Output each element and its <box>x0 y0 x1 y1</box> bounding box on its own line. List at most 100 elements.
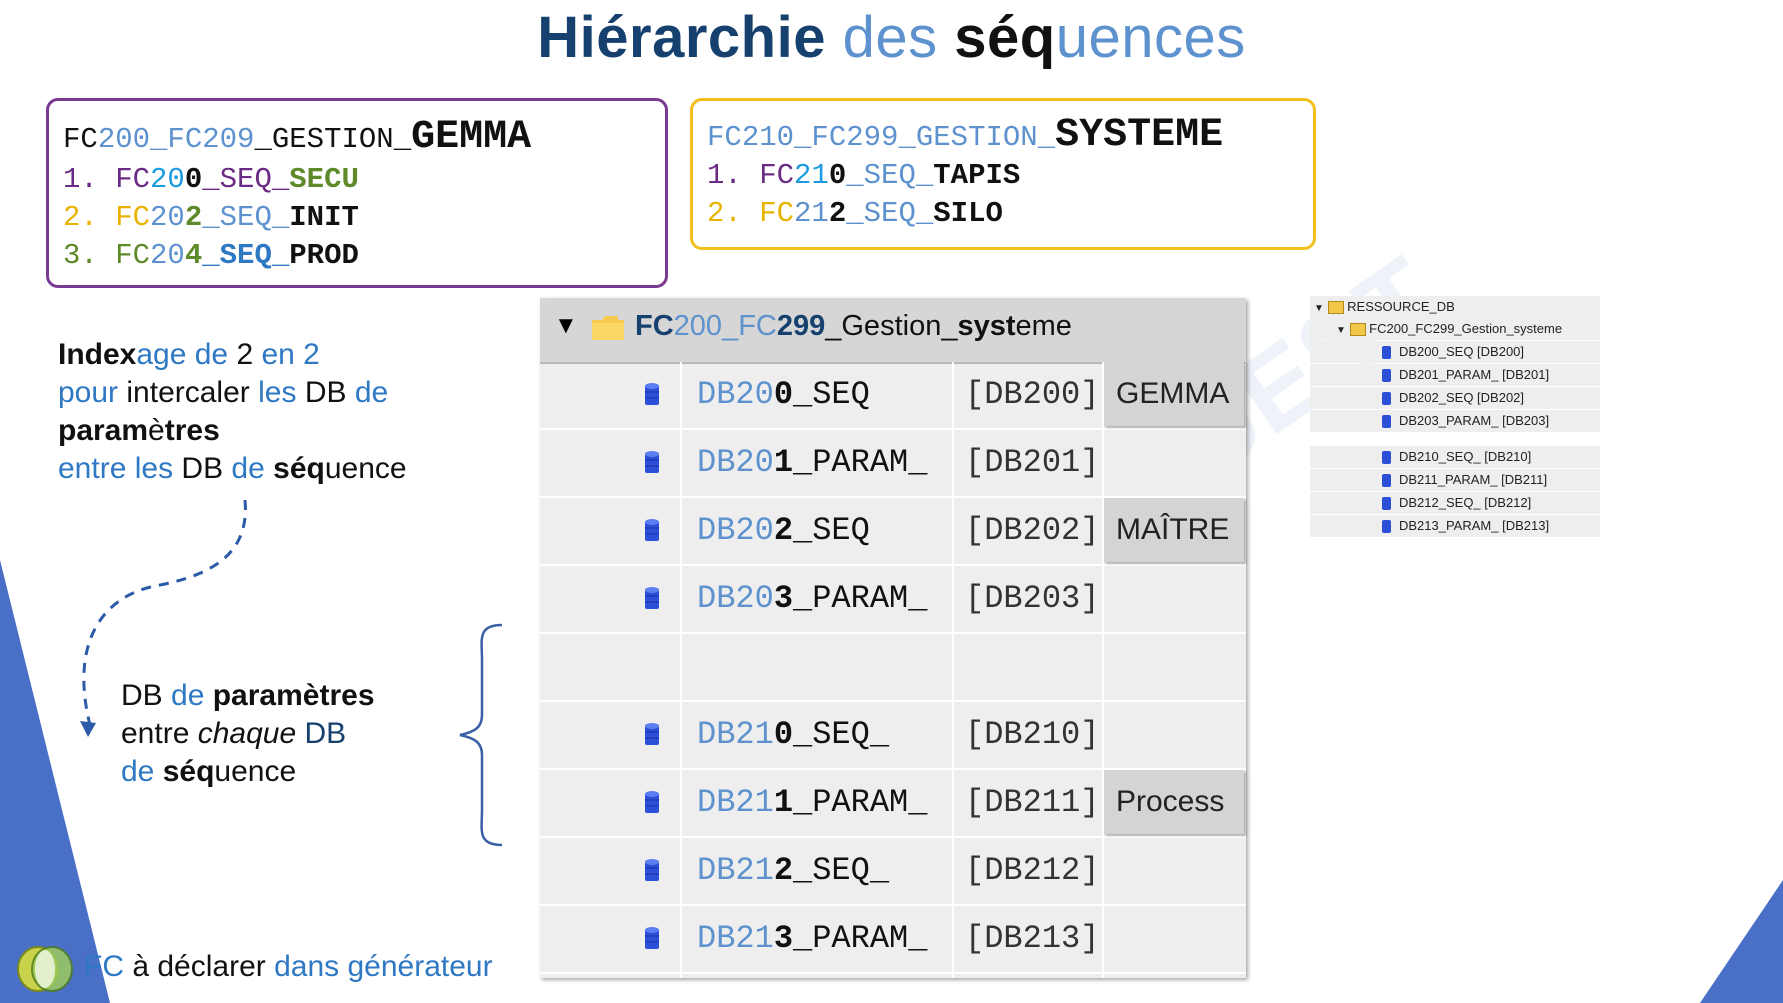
expand-triangle-icon[interactable]: ▼ <box>1336 325 1346 336</box>
table-row[interactable]: DB211_PARAM_ [DB211] Process <box>540 770 1246 838</box>
tree-item-db[interactable]: DB211_PARAM_ [DB211] <box>1310 469 1600 491</box>
database-icon <box>645 927 659 949</box>
t: eme <box>1015 310 1072 342</box>
systeme-item-2: 2. FC212_SEQ_SILO <box>707 197 1003 230</box>
heading-name: GEMMA <box>411 115 532 160</box>
gemma-box: FC200_FC209_GESTION_GEMMA 1. FC200_SEQ_S… <box>46 98 668 288</box>
t: entre les <box>58 452 182 485</box>
db-name-part: DB <box>697 580 736 617</box>
heading-gestion: _GESTION_ <box>898 121 1056 154</box>
indexing-line-1: Indexage de 2 en 2 <box>58 336 407 374</box>
db-name: DB211_PARAM_ <box>697 784 927 821</box>
t: à déclarer <box>124 950 275 983</box>
db-number: [DB212] <box>965 852 1100 889</box>
item-digit-bold: 2 <box>184 201 203 234</box>
item-digits: 20 <box>150 201 185 234</box>
systeme-box-heading: FC210_FC299_GESTION_SYSTEME <box>707 113 1223 158</box>
db-name-part: 20 <box>735 512 774 549</box>
table-row[interactable]: DB212_SEQ_ [DB212] <box>540 838 1246 906</box>
param-db-note: DB de paramètres entre chaque DB de séqu… <box>121 677 375 791</box>
db-name-part: 20 <box>735 376 774 413</box>
tree-item-folder[interactable]: ▼ FC200_FC299_Gestion_systeme <box>1310 318 1600 340</box>
tree-item-db[interactable]: DB200_SEQ [DB200] <box>1310 341 1600 363</box>
db-name-part: DB <box>697 852 736 889</box>
folder-icon <box>1327 301 1344 315</box>
db-name-part: DB <box>697 376 736 413</box>
table-row[interactable]: DB201_PARAM_ [DB201] <box>540 430 1246 498</box>
folder-name: FC200_FC299_Gestion_systeme <box>635 310 1072 343</box>
t: _Gestion_ <box>825 310 958 342</box>
role-tag: Process <box>1104 770 1244 834</box>
item-number: 3. <box>63 239 98 272</box>
t: 2 <box>236 338 254 371</box>
tree-item-db[interactable]: DB202_SEQ [DB202] <box>1310 387 1600 409</box>
item-number: 1. <box>63 163 98 196</box>
item-fc: FC <box>115 163 151 196</box>
tree-item-db[interactable]: DB203_PARAM_ [DB203] <box>1310 410 1600 432</box>
db-name: DB210_SEQ_ <box>697 716 889 753</box>
table-row[interactable]: DB203_PARAM_ [DB203] <box>540 566 1246 634</box>
db-name-part: _PARAM_ <box>793 444 928 481</box>
indexing-line-3: paramètres <box>58 412 407 450</box>
item-digits: 20 <box>150 163 185 196</box>
tree-item-root[interactable]: ▼ RESSOURCE_DB <box>1310 296 1600 318</box>
gemma-item-1: 1. FC200_SEQ_SECU <box>63 163 359 196</box>
db-name: DB212_SEQ_ <box>697 852 889 889</box>
project-tree: ▼ RESSOURCE_DB ▼ FC200_FC299_Gestion_sys… <box>1310 296 1600 537</box>
tree-item-db[interactable]: DB213_PARAM_ [DB213] <box>1310 515 1600 537</box>
t: DB <box>181 452 224 485</box>
title-part-3: séq <box>954 5 1056 70</box>
expand-triangle-icon[interactable]: ▼ <box>1314 303 1324 314</box>
table-row <box>540 634 1246 702</box>
t: en 2 <box>253 338 320 371</box>
database-icon <box>1382 497 1391 511</box>
item-name: INIT <box>289 201 359 234</box>
table-row[interactable]: DB202_SEQ [DB202] MAÎTRE <box>540 498 1246 566</box>
tree-item-db[interactable]: DB201_PARAM_ [DB201] <box>1310 364 1600 386</box>
db-name-part: DB <box>697 716 736 753</box>
tree-label: DB200_SEQ [DB200] <box>1399 344 1525 359</box>
item-fc: FC <box>759 159 795 192</box>
item-seq: _SEQ_ <box>202 239 290 272</box>
heading-fc: FC <box>63 123 98 156</box>
collapse-triangle-icon[interactable]: ▼ <box>554 312 578 340</box>
table-row[interactable]: DB210_SEQ_ [DB210] <box>540 702 1246 770</box>
db-name-part: 3 <box>773 580 794 617</box>
column-divider <box>1102 362 1104 978</box>
database-icon <box>1382 346 1391 360</box>
t: uence <box>324 452 407 485</box>
database-icon <box>645 791 659 813</box>
tree-item-db[interactable]: DB212_SEQ_ [DB212] <box>1310 492 1600 514</box>
table-row[interactable]: DB213_PARAM_ [DB213] <box>540 906 1246 974</box>
t: de <box>121 755 163 788</box>
folder-row[interactable]: ▼ FC200_FC299_Gestion_systeme <box>540 298 1246 364</box>
db-number: [DB210] <box>965 716 1100 753</box>
db-name-part: 0 <box>773 376 794 413</box>
heading-gestion: _GESTION_ <box>254 123 412 156</box>
tree-label: DB201_PARAM_ [DB201] <box>1399 367 1550 382</box>
item-digits: 21 <box>794 159 829 192</box>
db-name-part: _PARAM_ <box>793 580 928 617</box>
tree-item-db[interactable]: DB210_SEQ_ [DB210] <box>1310 446 1600 468</box>
tree-label: FC200_FC299_Gestion_systeme <box>1369 321 1563 336</box>
heading-num1: 210 <box>741 121 795 154</box>
db-name-part: 21 <box>735 716 774 753</box>
t: séq <box>273 452 325 485</box>
db-name-part: _SEQ <box>793 512 870 549</box>
gemma-item-3: 3. FC204_SEQ_PROD <box>63 239 359 272</box>
t: uence <box>214 755 297 788</box>
t: séq <box>162 755 215 788</box>
column-divider <box>680 362 682 978</box>
db-number: [DB213] <box>965 920 1100 957</box>
tree-label: DB210_SEQ_ [DB210] <box>1399 449 1532 464</box>
t: DB <box>121 679 163 712</box>
db-name-part: 21 <box>735 852 774 889</box>
heading-fc2: _FC <box>150 123 203 156</box>
db-name-part: 2 <box>773 852 794 889</box>
title-part-2: des <box>825 5 955 70</box>
t: 200 <box>673 310 723 342</box>
db-name-part: 0 <box>773 716 794 753</box>
param-line-3: de séquence <box>121 753 375 791</box>
table-row[interactable]: DB200_SEQ [DB200] GEMMA <box>540 362 1246 430</box>
t: de <box>346 376 389 409</box>
